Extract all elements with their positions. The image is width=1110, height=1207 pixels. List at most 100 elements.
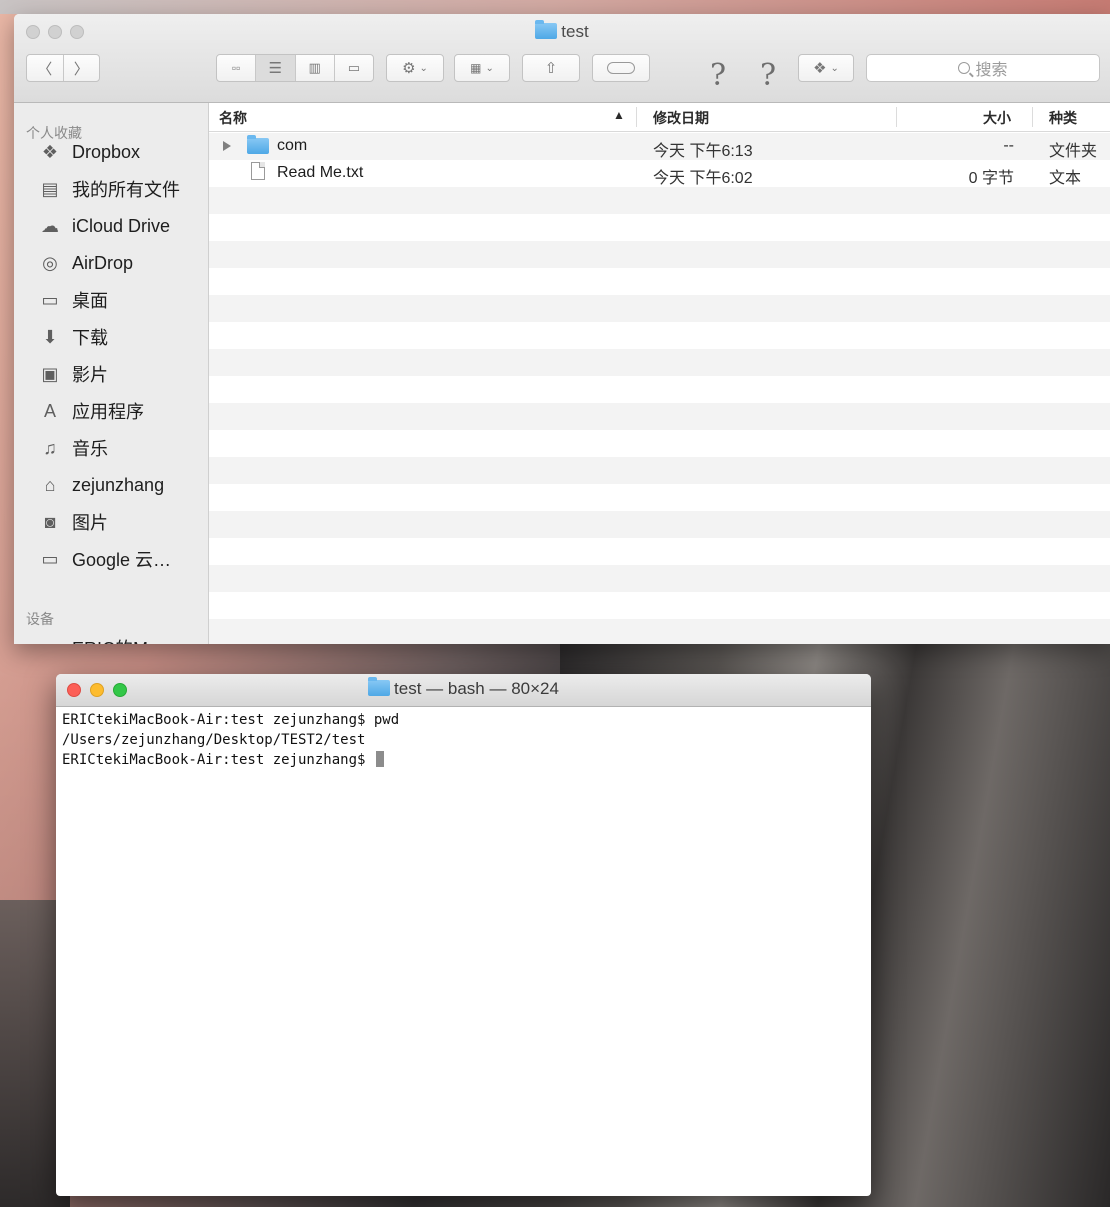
column-divider[interactable] [896,107,897,127]
empty-row [209,268,1110,295]
menu-bar-edge [0,0,1110,14]
view-mode-buttons: ▫▫ ☰ ▥ ▭ [216,54,374,82]
search-field[interactable]: 搜索 [866,54,1100,82]
list-view-button[interactable]: ☰ [256,55,296,81]
finder-toolbar: test 〈 〉 ▫▫ ☰ ▥ ▭ ⚙ ⌄ ▦ ⌄ ⇧ ? ? ❖ ⌄ 搜索 [14,14,1110,103]
finder-window: test 〈 〉 ▫▫ ☰ ▥ ▭ ⚙ ⌄ ▦ ⌄ ⇧ ? ? ❖ ⌄ 搜索 个… [14,14,1110,644]
column-header-name[interactable]: 名称 [219,108,247,128]
sidebar-item-label: 音乐 [72,439,108,459]
forward-button[interactable]: 〉 [64,55,100,81]
table-row[interactable]: Read Me.txt 今天 下午6:02 0 字节 文本 [209,160,1110,187]
chevron-down-icon: ⌄ [419,62,428,74]
empty-row [209,484,1110,511]
dropbox-icon: ❖ [41,141,59,162]
file-date: 今天 下午6:02 [653,170,753,187]
terminal-title: test — bash — 80×24 [56,677,871,699]
icon-view-button[interactable]: ▫▫ [217,55,257,81]
coverflow-view-button[interactable]: ▭ [335,55,373,81]
arrange-icon: ▦ [470,61,482,75]
terminal-prompt: ERICtekiMacBook-Air:test zejunzhang$ [62,752,374,768]
sidebar-item-downloads[interactable]: ⬇ 下载 [38,322,108,352]
sidebar-item-label: zejunzhang [72,474,165,495]
column-header-kind[interactable]: 种类 [1049,108,1077,128]
sidebar-item-icloud-drive[interactable]: ☁ iCloud Drive [38,211,170,241]
unknown-toolbar-icon[interactable]: ? [710,58,726,93]
file-size: -- [1003,137,1014,154]
share-button[interactable]: ⇧ [522,54,580,82]
share-icon: ⇧ [544,60,558,77]
empty-row [209,457,1110,484]
column-divider[interactable] [1032,107,1033,127]
music-icon: ♫ [43,437,57,458]
cloud-icon: ☁ [41,215,59,236]
sidebar-item-label: 我的所有文件 [72,180,180,200]
sidebar-item-label: iCloud Drive [72,215,171,236]
sidebar-section-devices: 设备 [26,611,54,627]
sidebar-item-label: 下载 [72,328,108,348]
home-icon: ⌂ [44,474,56,495]
file-kind: 文本 [1049,170,1082,187]
sidebar-item-movies[interactable]: ▣ 影片 [38,359,108,389]
terminal-output[interactable]: ERICtekiMacBook-Air:test zejunzhang$ pwd… [62,710,865,770]
table-row[interactable]: com 今天 下午6:13 -- 文件夹 [209,133,1110,160]
file-size: 0 字节 [968,170,1014,187]
sort-ascending-icon: ▲ [613,108,625,122]
sidebar-item-google-drive[interactable]: ▭ Google 云… [38,544,171,574]
back-button[interactable]: 〈 [27,55,64,81]
sidebar-item-desktop[interactable]: ▭ 桌面 [38,285,108,315]
folder-icon: ▭ [41,548,59,569]
empty-row [209,430,1110,457]
sidebar-item-label: 应用程序 [72,402,144,422]
laptop-icon: ▭ [38,637,62,645]
column-header-size[interactable]: 大小 [983,108,1011,128]
dropbox-menu-button[interactable]: ❖ ⌄ [798,54,854,82]
desktop-icon: ▭ [41,289,59,310]
empty-row [209,511,1110,538]
column-header-date[interactable]: 修改日期 [653,108,709,128]
disclosure-triangle-icon[interactable] [223,141,231,151]
sidebar-item-airdrop[interactable]: ◎ AirDrop [38,248,133,278]
empty-row [209,349,1110,376]
movies-icon: ▣ [41,363,59,384]
column-view-button[interactable]: ▥ [296,55,335,81]
dropbox-icon: ❖ [813,60,827,77]
sidebar-item-all-files[interactable]: ▤ 我的所有文件 [38,174,180,204]
file-list: 名称 ▲ 修改日期 大小 种类 com 今天 下午6:13 -- 文件夹 Rea… [209,103,1110,644]
airdrop-icon: ◎ [42,252,58,273]
chevron-down-icon: ⌄ [485,62,494,74]
sidebar-item-applications[interactable]: A 应用程序 [38,396,144,426]
tag-button[interactable] [592,54,650,82]
gear-icon: ⚙ [402,60,416,77]
empty-row [209,538,1110,565]
terminal-prompt-line: ERICtekiMacBook-Air:test zejunzhang$ [62,750,865,770]
sidebar-item-home[interactable]: ⌂ zejunzhang [38,470,165,500]
unknown-toolbar-icon[interactable]: ? [760,58,776,93]
sidebar-item-pictures[interactable]: ◙ 图片 [38,507,108,537]
tag-icon [607,62,635,74]
empty-row [209,619,1110,644]
sidebar-item-dropbox[interactable]: ❖ Dropbox [38,137,140,167]
empty-row [209,592,1110,619]
downloads-icon: ⬇ [42,326,58,347]
search-icon [958,62,971,74]
empty-row [209,403,1110,430]
sidebar-item-label: 图片 [72,513,108,533]
action-menu-button[interactable]: ⚙ ⌄ [386,54,444,82]
arrange-menu-button[interactable]: ▦ ⌄ [454,54,510,82]
empty-row [209,322,1110,349]
sidebar-item-music[interactable]: ♫ 音乐 [38,433,108,463]
file-name: Read Me.txt [277,164,364,181]
folder-icon [535,20,558,39]
sidebar-item-device[interactable]: ▭ ERIC的Ma… [38,633,176,645]
sidebar-item-label: Google 云… [72,550,172,570]
empty-row [209,241,1110,268]
sidebar-item-label: AirDrop [72,252,134,273]
finder-sidebar: 个人收藏 ❖ Dropbox ▤ 我的所有文件 ☁ iCloud Drive ◎… [14,103,209,644]
all-files-icon: ▤ [41,178,59,199]
terminal-line: /Users/zejunzhang/Desktop/TEST2/test [62,732,366,748]
sidebar-item-label: Dropbox [72,141,141,162]
empty-row [209,565,1110,592]
sidebar-item-label: ERIC的Ma… [72,635,176,644]
column-divider[interactable] [636,107,637,127]
file-rows: com 今天 下午6:13 -- 文件夹 Read Me.txt 今天 下午6:… [209,133,1110,644]
